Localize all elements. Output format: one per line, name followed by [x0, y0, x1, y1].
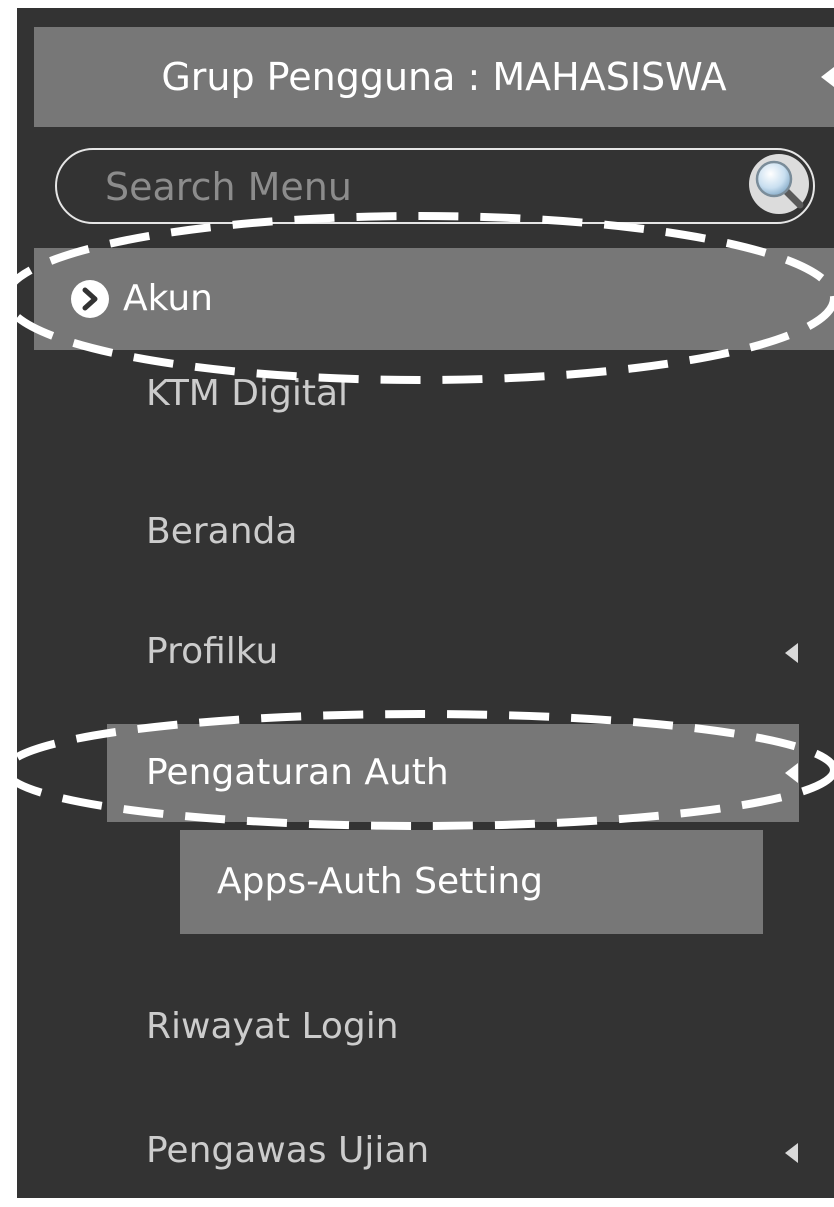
submenu-caret-icon [785, 1143, 798, 1163]
submenu-item-apps-auth-setting[interactable]: Apps-Auth Setting [180, 830, 763, 934]
submenu-caret-icon [785, 643, 798, 663]
menu-item-label: Beranda [146, 511, 298, 552]
user-group-label: Grup Pengguna : MAHASISWA [161, 55, 727, 99]
menu-item-label: Akun [123, 278, 213, 319]
menu-item-label: Profilku [146, 631, 279, 672]
collapse-caret-icon[interactable] [821, 67, 834, 87]
submenu-item-label: Apps-Auth Setting [217, 861, 544, 902]
menu-item-label: Pengawas Ujian [146, 1130, 430, 1171]
search-box [55, 148, 815, 224]
menu-item-pengaturan-auth[interactable]: Pengaturan Auth [107, 724, 799, 822]
menu-item-profilku[interactable]: Profilku [34, 608, 834, 698]
menu-item-akun[interactable]: Akun [34, 248, 834, 350]
search-icon[interactable] [748, 153, 810, 215]
chevron-right-circle-icon [71, 280, 109, 318]
menu-item-beranda[interactable]: Beranda [34, 488, 834, 578]
search-input[interactable] [103, 158, 727, 216]
menu-item-label: Riwayat Login [146, 1006, 399, 1047]
menu-item-label: Pengaturan Auth [146, 752, 449, 793]
submenu-caret-icon [785, 763, 798, 783]
user-group-header[interactable]: Grup Pengguna : MAHASISWA [34, 27, 834, 127]
menu-item-riwayat-login[interactable]: Riwayat Login [34, 983, 834, 1073]
menu-item-label: KTM Digital [146, 373, 349, 414]
menu-item-pengawas-ujian[interactable]: Pengawas Ujian [34, 1108, 834, 1198]
sidebar: Grup Pengguna : MAHASISWA Akun KTM [17, 8, 834, 1198]
menu-item-ktm-digital[interactable]: KTM Digital [34, 350, 834, 440]
